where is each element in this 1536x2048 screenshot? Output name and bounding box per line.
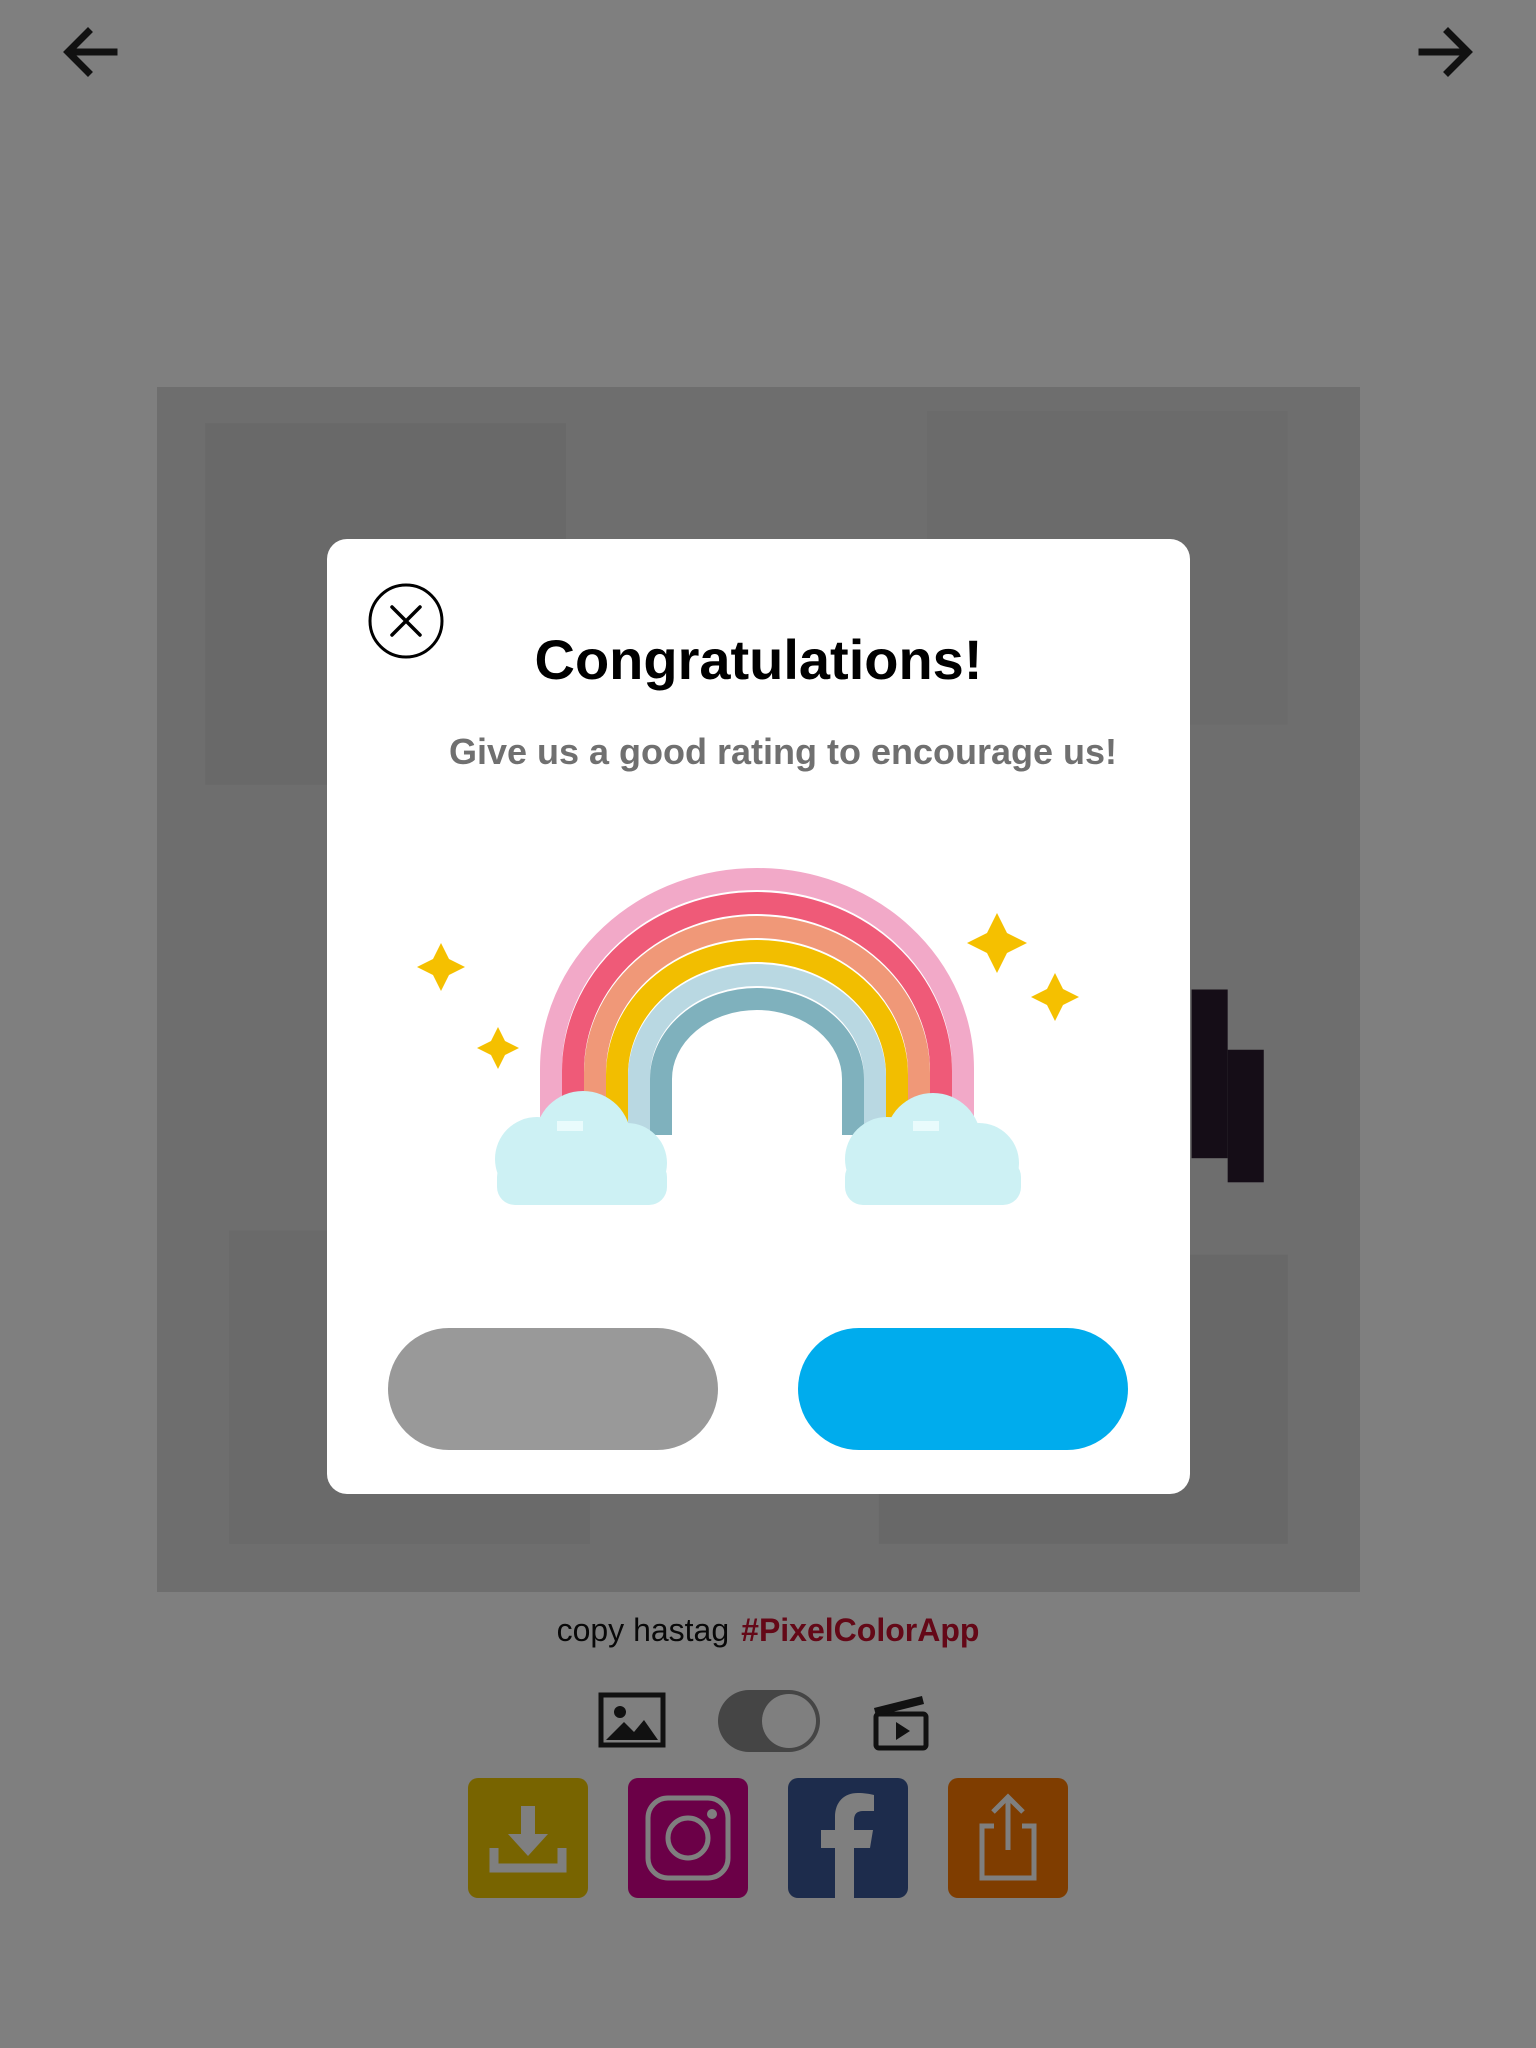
rating-dialog: Congratulations! Give us a good rating t… (327, 539, 1190, 1494)
rate-button[interactable] (798, 1328, 1128, 1450)
dialog-subtitle: Give us a good rating to encourage us! (448, 731, 1118, 772)
later-button[interactable] (388, 1328, 718, 1450)
dialog-title: Congratulations! (534, 628, 983, 691)
pixel-rainbow-image (417, 868, 1079, 1205)
rainbow-illustration (387, 859, 1127, 1219)
